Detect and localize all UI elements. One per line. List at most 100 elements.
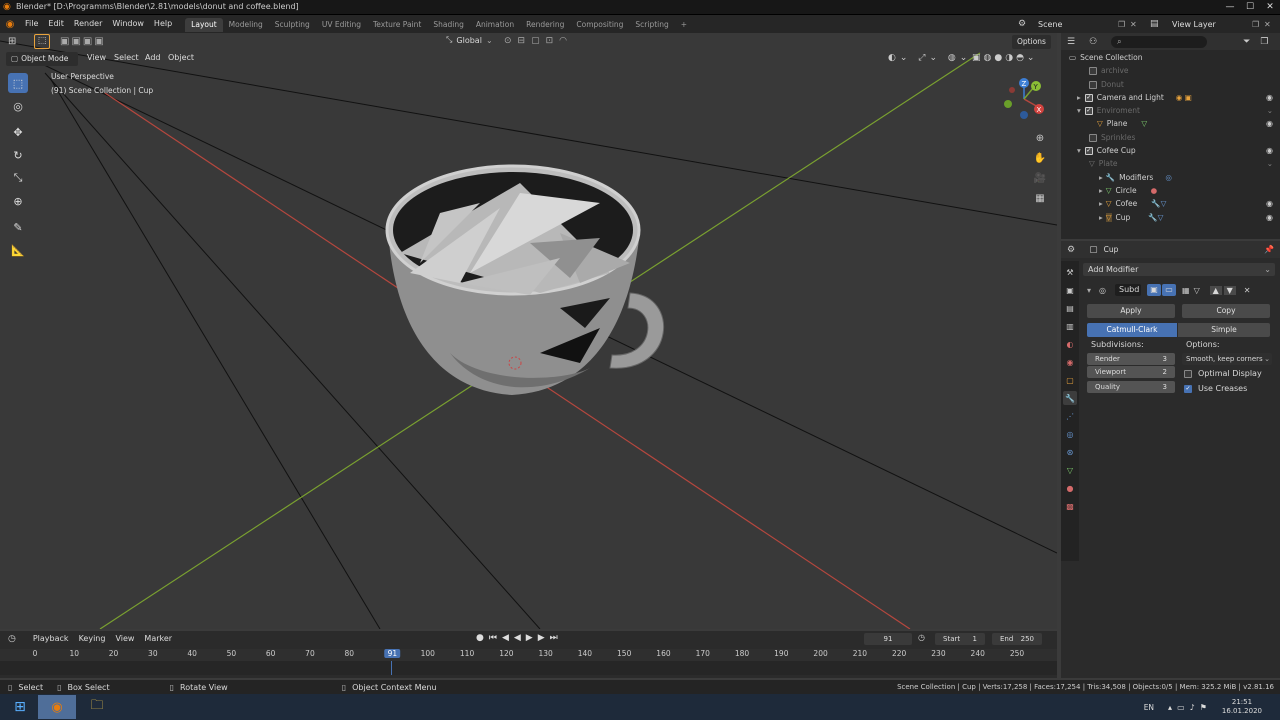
outliner-root[interactable]: ▭ Scene Collection [1069, 51, 1279, 64]
outliner-item-plane[interactable]: ▽ Plane ▽ ◉ [1069, 117, 1279, 130]
minimize-button[interactable]: — [1220, 0, 1240, 14]
add-modifier-button[interactable]: Add Modifier ⌄ [1083, 263, 1275, 276]
menu-help[interactable]: Help [149, 15, 177, 33]
explorer-taskbar-icon[interactable]: 🗀 [78, 695, 116, 719]
outliner-editor-icon[interactable]: ☰ [1067, 37, 1075, 47]
navigation-gizmo[interactable]: Z X Y [998, 73, 1050, 125]
transform-orientation[interactable]: ⤡ Global ⌄ [446, 35, 493, 45]
clock-icon[interactable]: ◷ [918, 633, 925, 642]
annotate-tool[interactable]: ✎ [8, 217, 28, 237]
render-tab-icon[interactable]: ▣ [1063, 283, 1077, 297]
timeline-menu-playback[interactable]: Playback [28, 631, 74, 647]
viewport-menu-select[interactable]: Select [109, 50, 144, 66]
modifier-tab-icon[interactable]: 🔧 [1063, 391, 1077, 405]
timeline-menu-keying[interactable]: Keying [74, 631, 111, 647]
menu-render[interactable]: Render [69, 15, 107, 33]
optimal-display-checkbox[interactable]: Optimal Display [1184, 369, 1262, 378]
viewport-menu-view[interactable]: View [82, 50, 111, 66]
tool-tab-icon[interactable]: ⚒ [1063, 265, 1077, 279]
outliner-item-enviroment[interactable]: ▾ ✓ Enviroment ⌄ [1069, 104, 1279, 117]
material-tab-icon[interactable]: ● [1063, 481, 1077, 495]
chevron-down-icon[interactable]: ⌄ [1267, 157, 1273, 170]
eye-icon[interactable]: ◉ [1266, 117, 1273, 130]
scene-name[interactable]: Scene [1038, 20, 1118, 29]
move-tool[interactable]: ✥ [8, 122, 28, 142]
viewport-levels-field[interactable]: Viewport 2 [1087, 366, 1175, 378]
menu-window[interactable]: Window [107, 15, 149, 33]
options-button[interactable]: Options [1012, 35, 1051, 49]
exclude-checkbox[interactable] [1089, 133, 1097, 142]
mode-selector[interactable]: ▢ Object Mode [6, 52, 78, 66]
visibility-gizmo-icons[interactable]: ◐⌄ ⤢⌄ ◍⌄ [888, 53, 971, 63]
shading-mode-icons[interactable]: ▣◍●◑◓⌄ [972, 53, 1037, 63]
select-tool-icon[interactable]: ⬚ [34, 34, 50, 49]
rotate-tool[interactable]: ↻ [8, 145, 28, 165]
menu-file[interactable]: File [20, 15, 43, 33]
expand-arrow-icon[interactable]: ▸ [1099, 199, 1103, 208]
frame-ruler[interactable]: 0 10 20 30 40 50 60 70 80 91 100 110 120 130 140 150 160… [0, 649, 1057, 661]
timeline-menu-view[interactable]: View [110, 631, 139, 647]
blender-taskbar-icon[interactable]: ◉ [38, 695, 76, 719]
chevron-down-icon[interactable]: ⌄ [1267, 104, 1273, 117]
outliner-item-cup[interactable]: ▸ ▽ Cup 🔧▽ ◉ [1069, 211, 1279, 224]
filter-icon[interactable]: ⏷ [1243, 37, 1250, 47]
eye-icon[interactable]: ◉ [1266, 211, 1273, 224]
eye-icon[interactable]: ◉ [1266, 144, 1273, 157]
playhead-line[interactable] [391, 661, 392, 675]
expand-arrow-icon[interactable]: ▸ [1099, 213, 1103, 222]
outliner-item-modifiers[interactable]: ▸ 🔧 Modifiers ◎ [1069, 171, 1279, 184]
expand-arrow-icon[interactable]: ▸ [1099, 173, 1103, 182]
camera-view-icon[interactable]: 🎥 [1032, 169, 1048, 189]
move-up-button[interactable]: ▲ [1209, 285, 1222, 295]
render-levels-field[interactable]: Render 3 [1087, 353, 1175, 365]
modifier-name-input[interactable]: Subd [1115, 284, 1141, 296]
scene-tab-icon[interactable]: ◐ [1063, 337, 1077, 351]
tab-layout[interactable]: Layout [185, 18, 223, 32]
remove-view-layer-icon[interactable]: ✕ [1264, 20, 1276, 29]
simple-toggle[interactable]: Simple [1178, 323, 1270, 337]
physics-tab-icon[interactable]: ◎ [1063, 427, 1077, 441]
outliner-item-donut[interactable]: Donut [1069, 78, 1279, 91]
current-frame-field[interactable]: 91 [864, 633, 912, 645]
tray-icons[interactable]: ▴▭♪⚑ [1168, 703, 1212, 712]
end-frame-field[interactable]: End 250 [992, 633, 1042, 645]
display-mode-icon[interactable]: ⚇ [1089, 37, 1097, 47]
tab-uv-editing[interactable]: UV Editing [316, 18, 367, 32]
tab-rendering[interactable]: Rendering [520, 18, 570, 32]
tab-scripting[interactable]: Scripting [629, 18, 674, 32]
quality-field[interactable]: Quality 3 [1087, 381, 1175, 393]
outliner-item-plate[interactable]: ▽ Plate ⌄ [1069, 157, 1279, 170]
playback-controls[interactable]: ●⏮◀◀▶▶⏭ [476, 633, 563, 643]
constraints-tab-icon[interactable]: ⊛ [1063, 445, 1077, 459]
current-frame-marker[interactable]: 91 [384, 649, 401, 658]
outliner-item-archive[interactable]: archive [1069, 64, 1279, 77]
outliner-item-circle[interactable]: ▸ ▽ Circle ● [1069, 184, 1279, 197]
pin-icon[interactable]: 📌 [1264, 245, 1274, 254]
tab-compositing[interactable]: Compositing [570, 18, 629, 32]
copy-view-layer-icon[interactable]: ❐ [1252, 20, 1264, 29]
transform-tool[interactable]: ⊕ [8, 191, 28, 211]
collapse-arrow-icon[interactable]: ▾ [1087, 286, 1099, 295]
uv-smooth-select[interactable]: Smooth, keep corners ⌄ [1182, 353, 1272, 365]
object-tab-icon[interactable]: ▢ [1063, 373, 1077, 387]
add-workspace-button[interactable]: + [675, 18, 693, 32]
properties-editor-icon[interactable]: ⚙ [1067, 245, 1075, 255]
snap-icons[interactable]: ⊙⊟▢⊡◠ [504, 36, 573, 46]
language-indicator[interactable]: EN [1144, 703, 1154, 712]
tab-animation[interactable]: Animation [470, 18, 520, 32]
tab-shading[interactable]: Shading [427, 18, 469, 32]
view-layer-tab-icon[interactable]: ▥ [1063, 319, 1077, 333]
expand-arrow-icon[interactable]: ▸ [1077, 93, 1081, 102]
outliner-item-cofee-cup[interactable]: ▾ ✓ Cofee Cup ◉ [1069, 144, 1279, 157]
viewport-menu-object[interactable]: Object [163, 50, 199, 66]
tab-texture-paint[interactable]: Texture Paint [367, 18, 427, 32]
outliner-item-sprinkles[interactable]: Sprinkles [1069, 131, 1279, 144]
close-button[interactable]: ✕ [1260, 0, 1280, 14]
scene-selector[interactable]: ⚙ Scene ❐ ✕ [1018, 17, 1142, 31]
exclude-checkbox[interactable] [1089, 80, 1097, 89]
3d-viewport[interactable]: ⊞ ⬚ ▣▣▣▣ ⤡ Global ⌄ ⊙⊟▢⊡◠ Options ▢ Obje… [0, 33, 1057, 629]
start-frame-field[interactable]: Start 1 [935, 633, 985, 645]
eye-icon[interactable]: ◉ [1266, 197, 1273, 210]
ortho-grid-icon[interactable]: ▦ [1032, 189, 1048, 209]
outliner-item-cofee[interactable]: ▸ ▽ Cofee 🔧▽ ◉ [1069, 197, 1279, 210]
